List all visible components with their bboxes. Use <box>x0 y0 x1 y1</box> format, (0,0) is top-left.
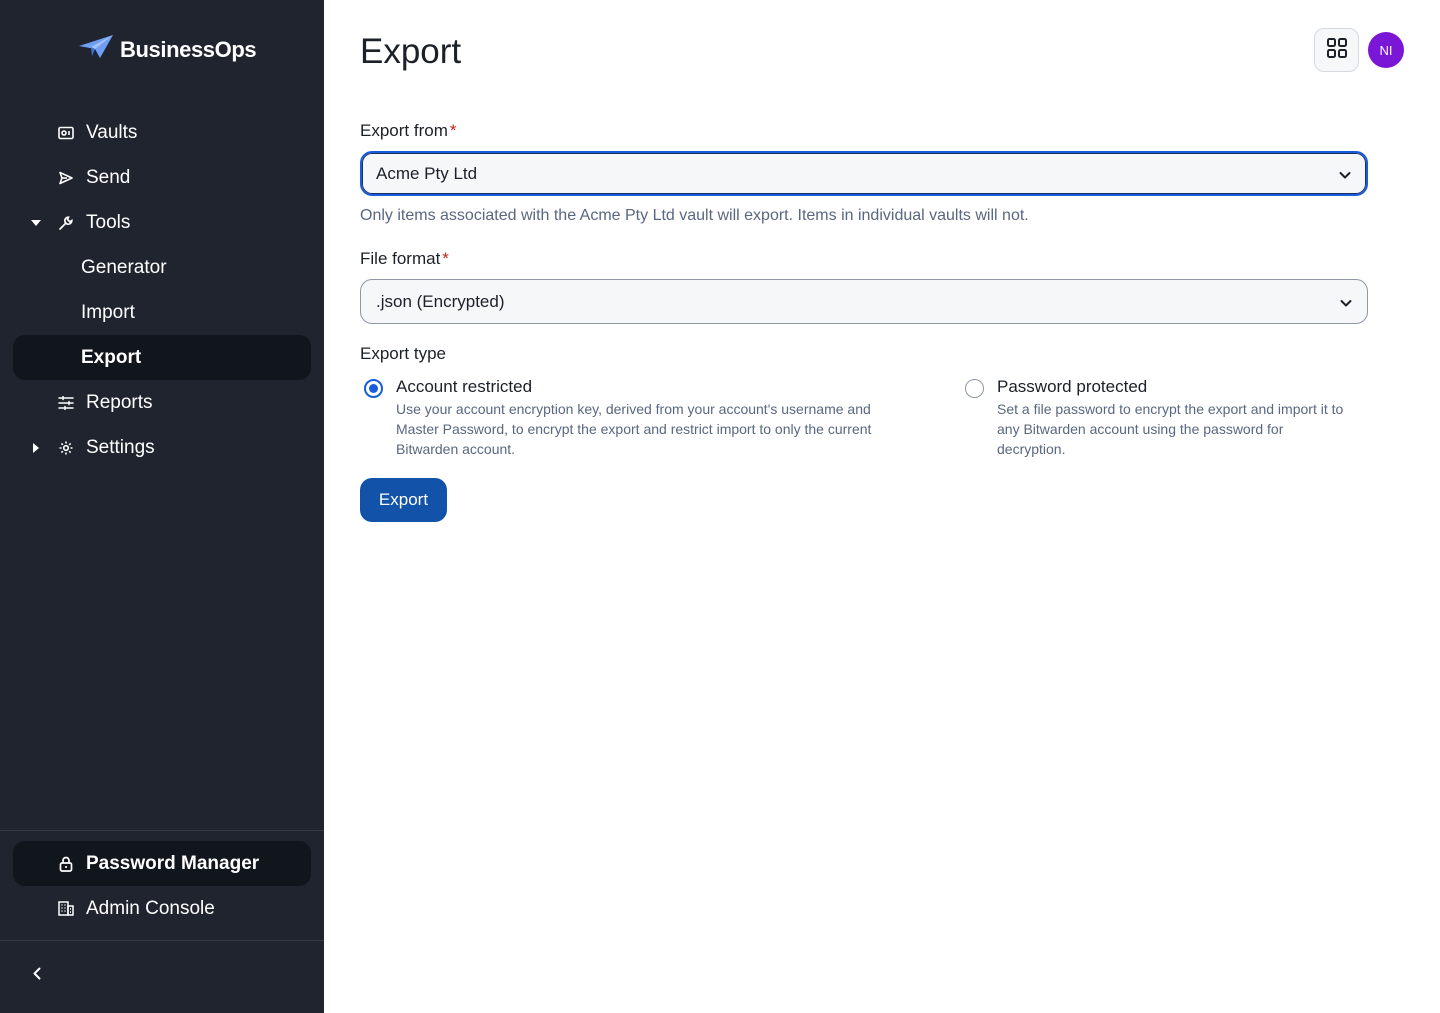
sidebar-item-label: Settings <box>86 436 155 458</box>
sidebar-item-label: Send <box>86 166 131 188</box>
sidebar-item-import[interactable]: Import <box>13 290 311 335</box>
sidebar-item-send[interactable]: Send <box>13 155 311 200</box>
lock-icon <box>57 855 75 873</box>
sidebar-item-label: Reports <box>86 391 153 413</box>
export-from-hint: Only items associated with the Acme Pty … <box>360 207 1029 224</box>
sidebar-item-label: Import <box>81 301 135 323</box>
required-mark: * <box>449 121 457 140</box>
grid-icon <box>1326 37 1348 64</box>
export-type-label: Export type <box>360 344 446 363</box>
sidebar-item-label: Export <box>81 346 142 368</box>
product-label: Password Manager <box>86 852 260 874</box>
paper-plane-logo-icon <box>78 34 114 65</box>
collapse-sidebar-button[interactable] <box>26 964 48 988</box>
file-format-label: File format * <box>360 249 449 268</box>
sidebar-divider <box>0 940 324 941</box>
required-mark: * <box>442 249 449 268</box>
radio-title: Account restricted <box>396 377 533 396</box>
file-format-select[interactable]: .json (Encrypted) <box>360 279 1368 324</box>
sidebar-item-label: Vaults <box>86 121 138 143</box>
page-title: Export <box>360 32 462 71</box>
main-content: Export NI Export from * Acme Pty Ltd Only… <box>324 0 1440 1013</box>
send-icon <box>57 169 75 187</box>
product-label: Admin Console <box>86 897 215 919</box>
product-admin-console[interactable]: Admin Console <box>13 886 311 931</box>
export-from-label: Export from * <box>360 121 457 140</box>
chevron-down-icon <box>1339 295 1353 309</box>
sidebar-item-tools[interactable]: Tools <box>13 200 311 245</box>
sidebar-item-generator[interactable]: Generator <box>13 245 311 290</box>
export-button[interactable]: Export <box>360 478 447 522</box>
sidebar-item-reports[interactable]: Reports <box>13 380 311 425</box>
sidebar-item-settings[interactable]: Settings <box>13 425 311 470</box>
product-password-manager[interactable]: Password Manager <box>13 841 311 886</box>
wrench-icon <box>57 214 75 232</box>
avatar[interactable]: NI <box>1368 32 1404 68</box>
sidebar-item-vaults[interactable]: Vaults <box>13 110 311 155</box>
radio-title: Password protected <box>997 377 1148 396</box>
sidebar-item-label: Generator <box>81 256 167 278</box>
radio-description: Set a file password to encrypt the expor… <box>997 401 1344 457</box>
chevron-left-icon <box>33 967 41 985</box>
file-format-value: .json (Encrypted) <box>376 291 505 311</box>
export-from-value: Acme Pty Ltd <box>376 163 478 183</box>
brand-name: BusinessOps <box>120 36 257 62</box>
export-from-select[interactable]: Acme Pty Ltd <box>360 151 1368 196</box>
radio-password-protected[interactable] <box>965 379 984 398</box>
gear-icon <box>57 439 75 457</box>
caret-right-icon[interactable] <box>30 442 42 453</box>
brand-logo[interactable]: BusinessOps <box>78 34 257 65</box>
sidebar: BusinessOps Vaults Send Tools Generator … <box>0 0 324 1013</box>
radio-account-restricted[interactable] <box>364 379 383 398</box>
sidebar-item-export[interactable]: Export <box>13 335 311 380</box>
product-switcher-button[interactable] <box>1314 28 1359 72</box>
sidebar-divider <box>0 830 324 831</box>
radio-description: Use your account encryption key, derived… <box>396 401 872 457</box>
vault-icon <box>57 124 75 142</box>
chevron-down-icon <box>1338 167 1352 181</box>
caret-down-icon[interactable] <box>30 219 42 226</box>
building-icon <box>57 900 75 918</box>
sliders-icon <box>57 394 75 412</box>
sidebar-item-label: Tools <box>86 211 131 233</box>
